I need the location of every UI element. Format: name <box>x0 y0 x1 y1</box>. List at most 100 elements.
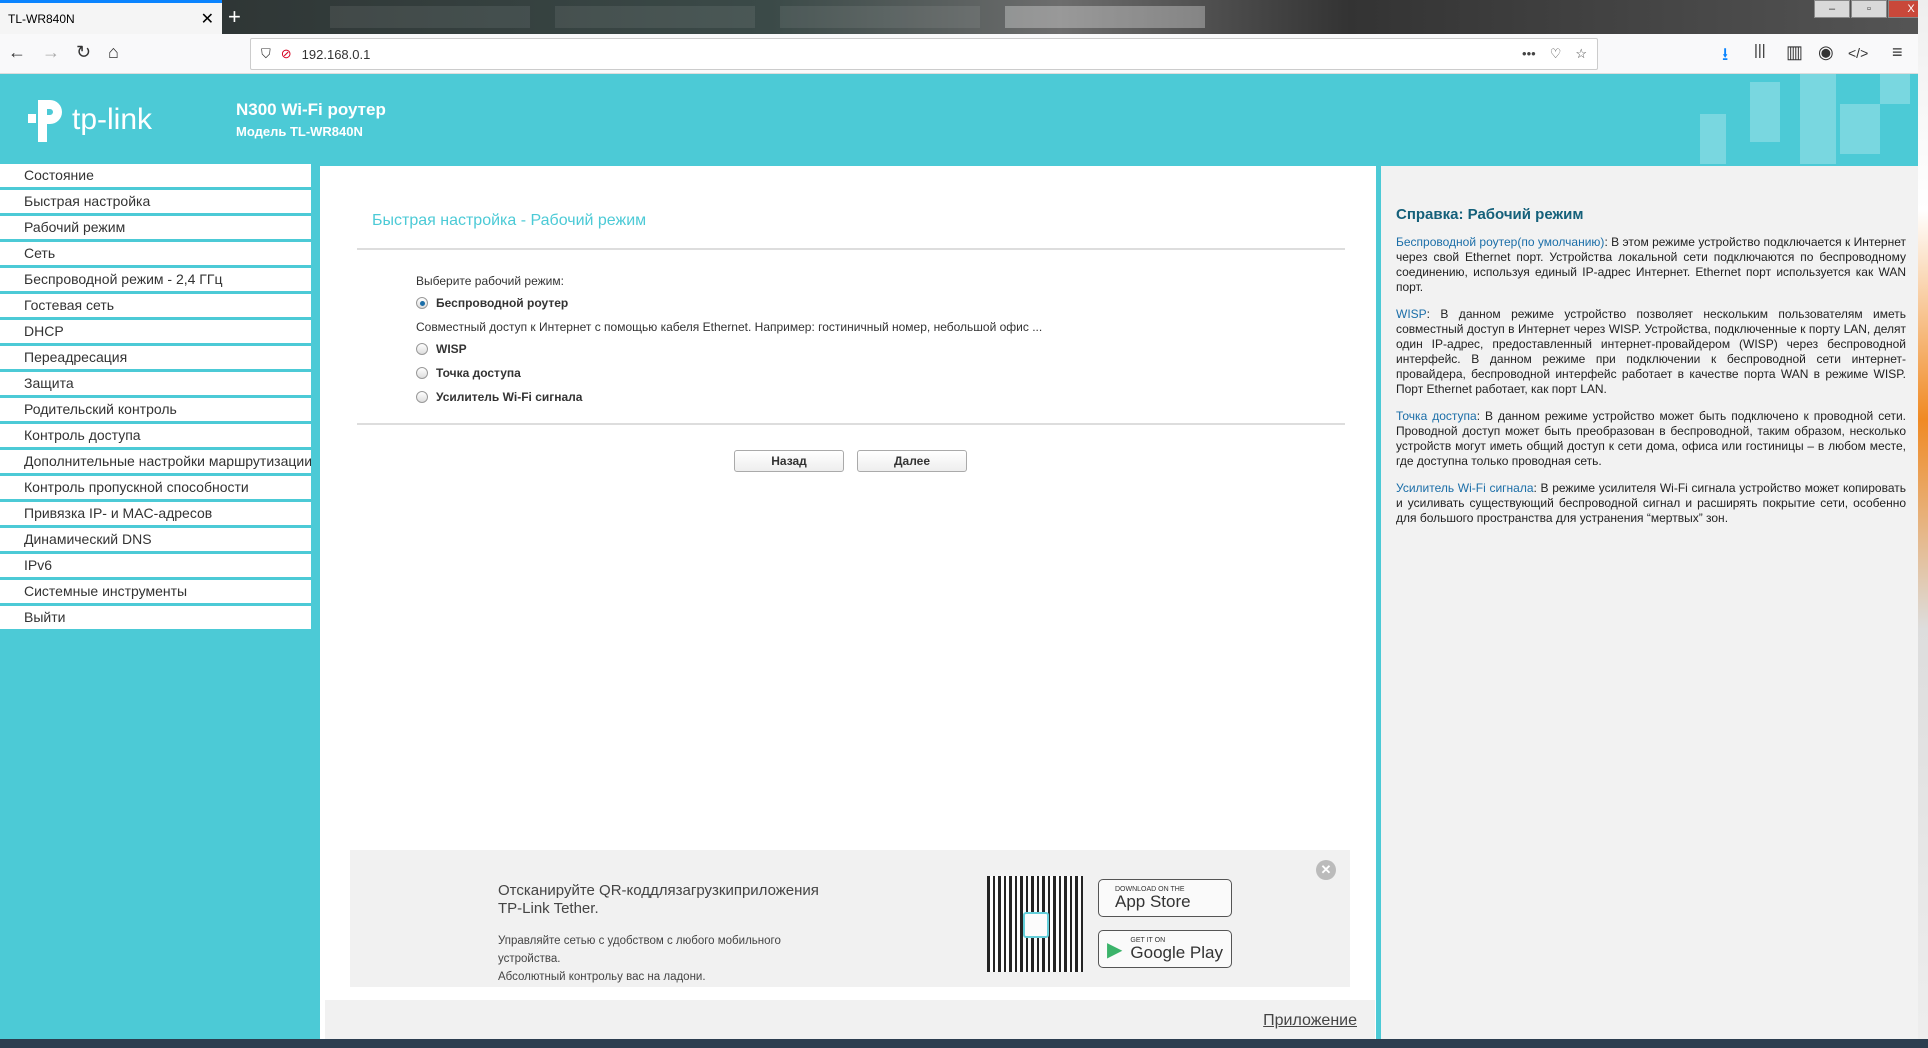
taskbar <box>0 1039 1928 1048</box>
help-term: Беспроводной роутер(по умолчанию) <box>1396 235 1605 249</box>
app-banner: Отсканируйте QR-коддлязагрузкиприложения… <box>350 850 1350 987</box>
mode-label: Выберите рабочий режим: <box>416 274 564 288</box>
close-banner-icon[interactable]: ✕ <box>1316 860 1336 880</box>
help-term: Усилитель Wi-Fi сигнала <box>1396 481 1534 495</box>
help-panel: Справка: Рабочий режим Беспроводной роут… <box>1381 166 1918 1039</box>
help-term: Точка доступа <box>1396 409 1477 423</box>
new-tab-icon[interactable]: + <box>228 4 241 30</box>
sidebar-item[interactable]: Состояние <box>0 164 311 187</box>
router-title: N300 Wi-Fi роутер <box>236 100 386 119</box>
radio-icon[interactable] <box>416 391 428 403</box>
sidebar-item[interactable]: Контроль доступа <box>0 424 311 447</box>
sidebar-item[interactable]: Гостевая сеть <box>0 294 311 317</box>
radio-wisp[interactable]: WISP <box>416 342 467 356</box>
tab-title: TL-WR840N <box>8 11 75 26</box>
banner-heading: Отсканируйте QR-коддлязагрузкиприложения… <box>498 882 819 917</box>
sidebar-item[interactable]: DHCP <box>0 320 311 343</box>
account-icon[interactable]: ◉ <box>1818 42 1834 63</box>
download-icon[interactable]: ⭳ <box>1722 42 1728 72</box>
pocket-icon[interactable]: ♡ <box>1550 46 1562 62</box>
forward-icon[interactable]: → <box>42 42 60 63</box>
sidebar-item[interactable]: Рабочий режим <box>0 216 311 239</box>
sidebar-item[interactable]: Беспроводной режим - 2,4 ГГц <box>0 268 311 291</box>
sidebar-item[interactable]: Быстрая настройка <box>0 190 311 213</box>
app-store-button[interactable]: DOWNLOAD ON THE App Store <box>1098 879 1232 917</box>
radio-label: Беспроводной роутер <box>436 296 569 310</box>
qr-code <box>987 876 1083 972</box>
sidebar-item[interactable]: IPv6 <box>0 554 311 577</box>
tp-link-logo-icon <box>28 100 62 142</box>
router-header: tp-link N300 Wi-Fi роутер Модель TL-WR84… <box>0 74 1918 164</box>
logo-text: tp-link <box>72 103 153 136</box>
sidebar-item[interactable]: Системные инструменты <box>0 580 311 603</box>
google-play-icon: ▶ <box>1107 938 1123 961</box>
maximize-icon[interactable]: ▫ <box>1851 0 1887 18</box>
back-icon[interactable]: ← <box>8 42 26 63</box>
help-paragraph: Беспроводной роутер(по умолчанию): В это… <box>1396 235 1906 295</box>
browser-tab-bar: TL-WR840N ✕ + – ▫ X <box>0 0 1928 34</box>
app-strip: Приложение <box>325 1000 1375 1039</box>
browser-tab-active[interactable]: TL-WR840N ✕ <box>0 0 222 34</box>
browser-tab[interactable] <box>555 6 755 28</box>
radio-selected-icon[interactable] <box>416 297 428 309</box>
shield-icon[interactable]: ⛉ <box>261 46 271 62</box>
tp-link-logo: tp-link <box>24 96 152 144</box>
sidebar-item[interactable]: Привязка IP- и MAC-адресов <box>0 502 311 525</box>
library-icon[interactable]: ||| <box>1754 42 1766 59</box>
help-paragraph: WISP: В данном режиме устройство позволя… <box>1396 307 1906 397</box>
devtools-icon[interactable]: </> <box>1848 45 1868 61</box>
url-text[interactable]: 192.168.0.1 <box>302 47 371 62</box>
radio-label: Точка доступа <box>436 366 521 380</box>
more-icon[interactable]: ••• <box>1522 46 1536 62</box>
page-title: Быстрая настройка - Рабочий режим <box>372 212 647 229</box>
sidebar-menu: Состояние Быстрая настройка Рабочий режим С… <box>0 164 311 632</box>
sidebar-item[interactable]: Выйти <box>0 606 311 629</box>
google-play-button[interactable]: ▶ GET IT ON Google Play <box>1098 930 1232 968</box>
minimize-icon[interactable]: – <box>1814 0 1850 18</box>
browser-tab[interactable] <box>1005 6 1205 28</box>
insecure-lock-icon[interactable]: ⊘ <box>281 46 292 62</box>
bookmark-star-icon[interactable]: ☆ <box>1575 46 1587 62</box>
app-link[interactable]: Приложение <box>1263 1012 1357 1030</box>
help-text: : В данном режиме устройство позволяет н… <box>1396 307 1906 396</box>
sidebar-icon[interactable]: ▥ <box>1786 42 1803 63</box>
browser-tab[interactable] <box>330 6 530 28</box>
url-bar[interactable]: ⛉ ⊘ 192.168.0.1 ••• ♡ ☆ <box>250 38 1598 70</box>
radio-wireless-router[interactable]: Беспроводной роутер <box>416 296 568 310</box>
sidebar-item[interactable]: Дополнительные настройки маршрутизации <box>0 450 311 473</box>
sidebar-item[interactable]: Динамический DNS <box>0 528 311 551</box>
radio-range-extender[interactable]: Усилитель Wi-Fi сигнала <box>416 390 582 404</box>
appstore-label: App Store <box>1115 892 1191 911</box>
reload-icon[interactable]: ↻ <box>76 42 91 63</box>
banner-line: Управляйте сетью с удобством с любого мо… <box>498 935 781 965</box>
sidebar-item[interactable]: Контроль пропускной способности <box>0 476 311 499</box>
radio-label: Усилитель Wi-Fi сигнала <box>436 390 583 404</box>
gplay-label: Google Play <box>1130 943 1224 962</box>
router-model: Модель TL-WR840N <box>236 124 363 139</box>
mode-description: Совместный доступ к Интернет с помощью к… <box>416 320 1043 334</box>
sidebar-item[interactable]: Защита <box>0 372 311 395</box>
desktop-edge <box>1918 0 1928 1048</box>
browser-tab[interactable] <box>780 6 980 28</box>
sidebar-item[interactable]: Родительский контроль <box>0 398 311 421</box>
sidebar-item[interactable]: Переадресация <box>0 346 311 369</box>
divider <box>357 248 1345 250</box>
radio-access-point[interactable]: Точка доступа <box>416 366 521 380</box>
sidebar-item[interactable]: Сеть <box>0 242 311 265</box>
radio-icon[interactable] <box>416 343 428 355</box>
help-paragraph: Точка доступа: В данном режиме устройств… <box>1396 409 1906 469</box>
next-button[interactable]: Далее <box>857 450 967 472</box>
home-icon[interactable]: ⌂ <box>108 42 119 63</box>
close-tab-icon[interactable]: ✕ <box>201 9 214 29</box>
main-panel: Быстрая настройка - Рабочий режим Выбери… <box>320 166 1376 1039</box>
help-paragraph: Усилитель Wi-Fi сигнала: В режиме усилит… <box>1396 481 1906 526</box>
divider <box>357 423 1345 425</box>
banner-line: Абсолютный контрольу вас на ладони. <box>498 971 706 983</box>
banner-text: Управляйте сетью с удобством с любого мо… <box>498 932 818 986</box>
radio-icon[interactable] <box>416 367 428 379</box>
menu-icon[interactable]: ≡ <box>1892 42 1903 63</box>
browser-toolbar: ← → ↻ ⌂ ⛉ ⊘ 192.168.0.1 ••• ♡ ☆ ⭳ ||| ▥ ◉ … <box>0 34 1918 74</box>
help-title: Справка: Рабочий режим <box>1396 206 1584 223</box>
radio-label: WISP <box>436 342 467 356</box>
back-button[interactable]: Назад <box>734 450 844 472</box>
